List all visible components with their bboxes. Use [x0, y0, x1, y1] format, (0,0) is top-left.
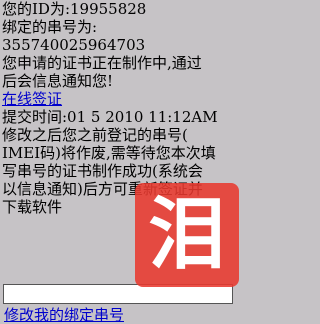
status-text-line1: 您申请的证书正在制作中,通过 [2, 54, 202, 72]
notice-line-3: 写串号的证书制作成功(系统会 [2, 162, 203, 180]
online-sign-link[interactable]: 在线签证 [0, 90, 240, 108]
imei-input-box[interactable] [3, 284, 233, 305]
submit-time-text: 提交时间:01 5 2010 11:12AM [2, 108, 218, 126]
user-id-text: 您的ID为:19955828 [2, 0, 147, 18]
watermark-logo-glyph: 泪 [147, 190, 226, 280]
imei-input[interactable] [4, 286, 232, 305]
modify-serial-link[interactable]: 修改我的绑定串号 [2, 306, 124, 324]
status-text-line2: 后会信息通知您! [2, 72, 114, 90]
notice-line-1: 修改之后您之前登记的串号( [2, 126, 188, 144]
bound-serial-value: 355740025964703 [2, 36, 146, 54]
notice-line-2: IMEI码)将作废,需等待您本次填 [2, 144, 216, 162]
bound-serial-label: 绑定的串号为: [2, 18, 98, 36]
